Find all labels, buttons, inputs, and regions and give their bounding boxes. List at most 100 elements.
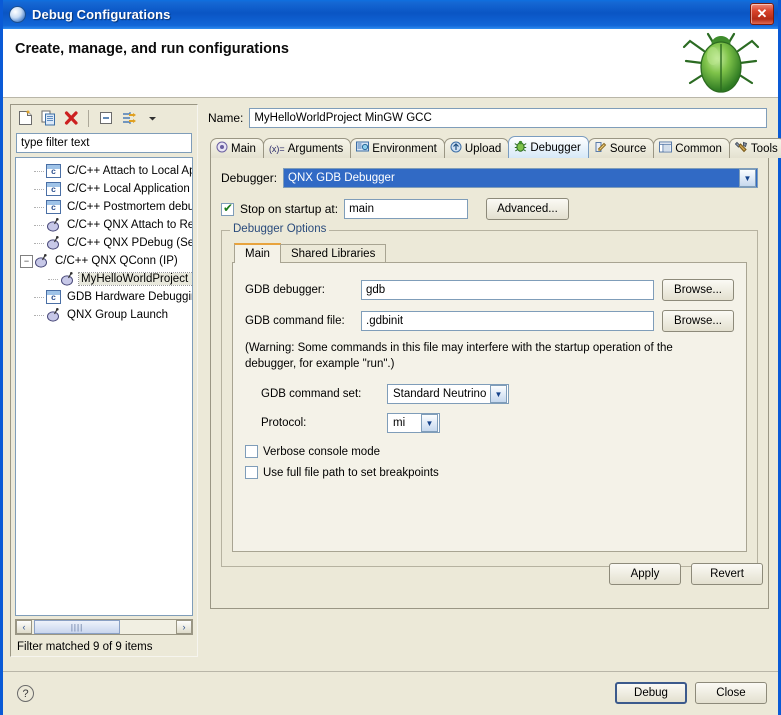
tree-connector (48, 279, 58, 280)
full-file-path-label: Use full file path to set breakpoints (263, 467, 439, 479)
debugger-options-title: Debugger Options (230, 223, 329, 235)
configuration-editor: Name: MyHelloWorldProject MinGW GCC Main… (204, 104, 771, 704)
title-bar: Debug Configurations ✕ (3, 0, 778, 29)
tab-common[interactable]: Common (653, 138, 730, 158)
green-bug-icon (678, 27, 764, 97)
source-pencil-icon (594, 141, 607, 156)
red-x-delete-icon[interactable] (61, 108, 81, 128)
tree-item-label: C/C++ QNX QConn (IP) (53, 255, 180, 267)
close-icon[interactable]: ✕ (750, 3, 774, 25)
tree-connector (34, 315, 44, 316)
tree-item-qnx-group-launch[interactable]: QNX Group Launch (16, 306, 192, 324)
inner-main-panel: GDB debugger: gdb Browse... GDB command … (232, 262, 747, 552)
debug-app-icon (9, 6, 26, 23)
gdb-command-file-input[interactable]: .gdbinit (361, 311, 654, 331)
verbose-console-label: Verbose console mode (263, 446, 380, 458)
tab-main[interactable]: Main (210, 138, 264, 158)
command-file-warning-text: (Warning: Some commands in this file may… (245, 341, 715, 372)
configurations-tree[interactable]: c C/C++ Attach to Local App c C/C++ Loca… (15, 157, 193, 616)
collapse-all-icon[interactable] (96, 108, 116, 128)
advanced-button[interactable]: Advanced... (486, 198, 569, 220)
tab-source[interactable]: Source (588, 138, 654, 158)
tab-label: Upload (465, 143, 501, 155)
arguments-variable-icon: (x)= (269, 144, 285, 154)
tab-debugger[interactable]: Debugger (508, 136, 589, 158)
qnx-icon (46, 236, 61, 250)
configurations-panel: type filter text c C/C++ Attach to Local… (10, 104, 198, 657)
filter-status-text: Filter matched 9 of 9 items (17, 641, 153, 653)
filter-icon[interactable] (119, 108, 139, 128)
gdb-debugger-browse-button[interactable]: Browse... (662, 279, 734, 301)
chevron-down-icon[interactable]: ▼ (490, 385, 507, 403)
tree-connector (34, 171, 44, 172)
stop-on-startup-label: Stop on startup at: (240, 202, 338, 216)
tree-item-label: GDB Hardware Debugging (65, 291, 193, 303)
protocol-row: Protocol: mi ▼ (245, 413, 734, 433)
tab-label: Source (610, 143, 646, 155)
tab-label: Arguments (288, 143, 344, 155)
tab-label: Tools (751, 143, 778, 155)
gdb-command-file-label: GDB command file: (245, 315, 353, 327)
new-document-icon[interactable] (15, 108, 35, 128)
chevron-down-icon[interactable]: ▼ (421, 414, 438, 432)
stop-on-startup-checkbox[interactable] (221, 203, 234, 216)
tab-tools[interactable]: Tools (729, 138, 781, 158)
chevron-down-icon[interactable] (142, 108, 162, 128)
tree-item-cpp-attach-local[interactable]: c C/C++ Attach to Local App (16, 162, 192, 180)
qnx-icon (60, 272, 75, 286)
c-file-icon: c (46, 182, 61, 196)
tree-item-label: C/C++ QNX PDebug (Serial (65, 237, 193, 249)
tree-item-cpp-local-application[interactable]: c C/C++ Local Application (16, 180, 192, 198)
protocol-label: Protocol: (261, 417, 379, 429)
gdb-command-set-value: Standard Neutrino (388, 388, 490, 400)
configuration-name-input[interactable]: MyHelloWorldProject MinGW GCC (249, 108, 767, 128)
tab-upload[interactable]: Upload (444, 138, 509, 158)
tree-item-myhelloworldproject[interactable]: MyHelloWorldProject Mi (16, 270, 192, 288)
tab-arguments[interactable]: (x)= Arguments (263, 138, 351, 158)
apply-revert-row: Apply Revert (609, 563, 763, 585)
search-input[interactable]: type filter text (16, 133, 192, 153)
tree-horizontal-scrollbar[interactable]: ‹ |||| › (15, 619, 193, 635)
tree-item-gdb-hardware-debugging[interactable]: c GDB Hardware Debugging (16, 288, 192, 306)
debugger-bug-icon (514, 140, 527, 155)
tree-item-cpp-postmortem[interactable]: c C/C++ Postmortem debugge (16, 198, 192, 216)
tree-connector (34, 225, 44, 226)
c-file-icon: c (46, 290, 61, 304)
scrollbar-thumb[interactable]: |||| (34, 620, 120, 634)
protocol-dropdown[interactable]: mi ▼ (387, 413, 440, 433)
gdb-debugger-label: GDB debugger: (245, 284, 353, 296)
tree-connector (34, 207, 44, 208)
close-button[interactable]: Close (695, 682, 767, 704)
gdb-command-set-dropdown[interactable]: Standard Neutrino ▼ (387, 384, 509, 404)
help-icon[interactable]: ? (17, 685, 34, 702)
verbose-console-checkbox[interactable] (245, 445, 258, 458)
gdb-debugger-input[interactable]: gdb (361, 280, 654, 300)
tree-item-qnx-pdebug-serial[interactable]: C/C++ QNX PDebug (Serial (16, 234, 192, 252)
chevron-down-icon[interactable]: ▼ (739, 169, 756, 187)
debug-button[interactable]: Debug (615, 682, 687, 704)
scroll-left-icon[interactable]: ‹ (16, 620, 32, 634)
tab-label: Main (231, 143, 256, 155)
debugger-label: Debugger: (221, 171, 277, 185)
inner-tab-main[interactable]: Main (234, 243, 281, 263)
tree-item-qnx-qconn-ip[interactable]: − C/C++ QNX QConn (IP) (16, 252, 192, 270)
name-row: Name: MyHelloWorldProject MinGW GCC (204, 104, 771, 128)
revert-button[interactable]: Revert (691, 563, 763, 585)
stop-on-startup-input[interactable]: main (344, 199, 468, 219)
tree-item-qnx-attach-remote[interactable]: C/C++ QNX Attach to Rem (16, 216, 192, 234)
inner-tab-shared-libraries[interactable]: Shared Libraries (280, 244, 386, 263)
c-file-icon: c (46, 164, 61, 178)
copy-icon[interactable] (38, 108, 58, 128)
debugger-dropdown[interactable]: QNX GDB Debugger ▼ (283, 168, 758, 188)
tab-environment[interactable]: Environment (350, 138, 445, 158)
gdb-command-set-row: GDB command set: Standard Neutrino ▼ (245, 384, 734, 404)
full-file-path-checkbox[interactable] (245, 466, 258, 479)
gdb-command-file-browse-button[interactable]: Browse... (662, 310, 734, 332)
c-file-icon: c (46, 200, 61, 214)
upload-icon (450, 141, 462, 156)
main-target-icon (216, 141, 228, 156)
tree-connector (34, 243, 44, 244)
scroll-right-icon[interactable]: › (176, 620, 192, 634)
collapse-expander-icon[interactable]: − (20, 255, 33, 268)
apply-button[interactable]: Apply (609, 563, 681, 585)
